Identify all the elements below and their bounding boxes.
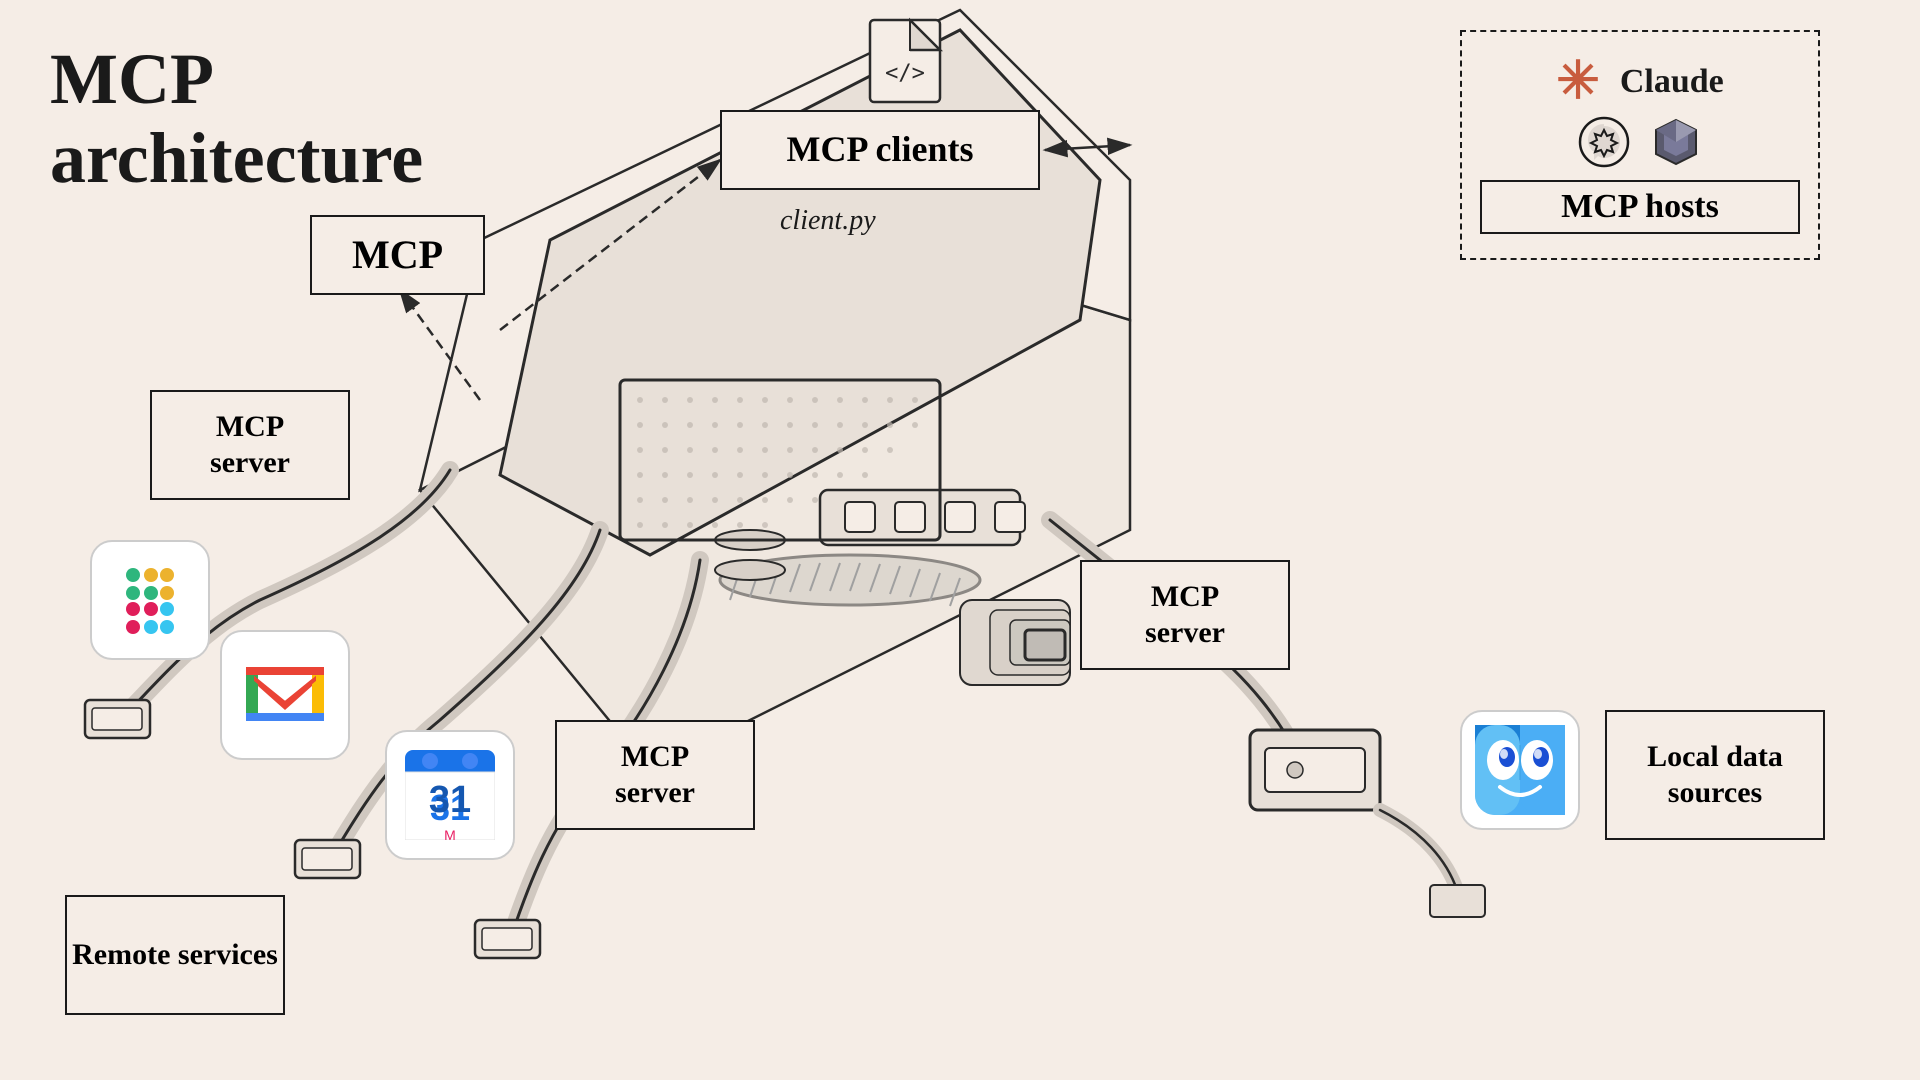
svg-text:M: M	[444, 827, 456, 840]
mcp-server-2-box: MCPserver	[1080, 560, 1290, 670]
gcal-icon: 31 M 31	[385, 730, 515, 860]
mcp-server-1-box: MCPserver	[150, 390, 350, 500]
local-data-box: Local data sources	[1605, 710, 1825, 840]
gmail-icon	[220, 630, 350, 760]
remote-services-box: Remote services	[65, 895, 285, 1015]
claude-label: Claude	[1620, 63, 1724, 101]
client-py-label: client.py	[780, 205, 876, 237]
claude-asterisk-icon: ✳	[1556, 56, 1600, 108]
mcp-clients-box: MCP clients	[720, 110, 1040, 190]
page-title: MCP architecture	[50, 40, 423, 198]
openai-logo-icon	[1578, 116, 1630, 168]
mcp-hosts-box: ✳ Claude MCP hosts	[1460, 30, 1820, 260]
mcp-hosts-label-box: MCP hosts	[1480, 180, 1800, 234]
slack-icon	[90, 540, 210, 660]
obsidian-logo-icon	[1650, 116, 1702, 168]
finder-icon	[1460, 710, 1580, 830]
svg-text:31: 31	[429, 779, 471, 821]
mcp-server-3-box: MCPserver	[555, 720, 755, 830]
mcp-box: MCP	[310, 215, 485, 295]
